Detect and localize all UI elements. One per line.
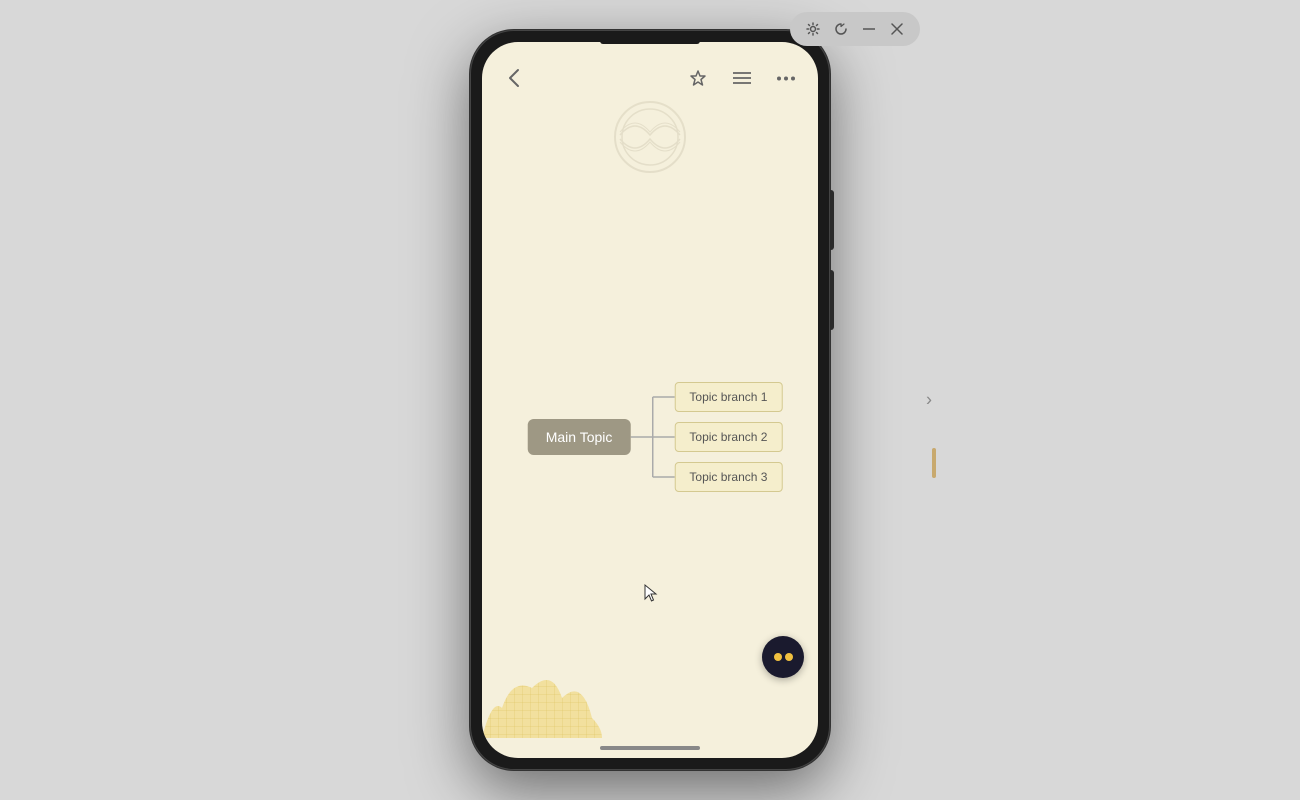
list-view-button[interactable] (726, 62, 758, 94)
branch-node-1[interactable]: Topic branch 1 (674, 382, 782, 412)
phone-power-button (830, 190, 834, 250)
ai-dot-2 (785, 653, 793, 661)
branch-node-2[interactable]: Topic branch 2 (674, 422, 782, 452)
phone-notch (600, 38, 700, 44)
right-side-handle (932, 448, 936, 478)
gear-button[interactable] (802, 18, 824, 40)
phone-volume-button (830, 270, 834, 330)
mindmap-canvas[interactable]: Main Topic Topic branch 1 (482, 102, 818, 758)
main-topic-node[interactable]: Main Topic (528, 419, 631, 455)
pin-button[interactable] (682, 62, 714, 94)
background-blob (482, 638, 602, 738)
navigation-bar (482, 42, 818, 102)
window-controls (790, 12, 920, 46)
phone-device: Main Topic Topic branch 1 (470, 30, 830, 770)
phone-screen: Main Topic Topic branch 1 (482, 42, 818, 758)
back-button[interactable] (498, 62, 530, 94)
branch-node-3[interactable]: Topic branch 3 (674, 462, 782, 492)
minimize-button[interactable] (858, 18, 880, 40)
more-options-button[interactable] (770, 62, 802, 94)
mindmap-diagram: Main Topic Topic branch 1 (528, 367, 783, 507)
right-arrow-indicator[interactable]: › (926, 390, 932, 411)
mouse-cursor (643, 583, 659, 608)
ai-dots (774, 653, 793, 661)
nav-right-controls (682, 62, 802, 94)
ai-assistant-button[interactable] (762, 636, 804, 678)
phone-bottom-bar (600, 746, 700, 750)
connector-lines (630, 367, 674, 507)
rewind-button[interactable] (830, 18, 852, 40)
branch-nodes: Topic branch 1 Topic branch 2 Topic bran… (674, 382, 782, 492)
close-button[interactable] (886, 18, 908, 40)
ai-dot-1 (774, 653, 782, 661)
